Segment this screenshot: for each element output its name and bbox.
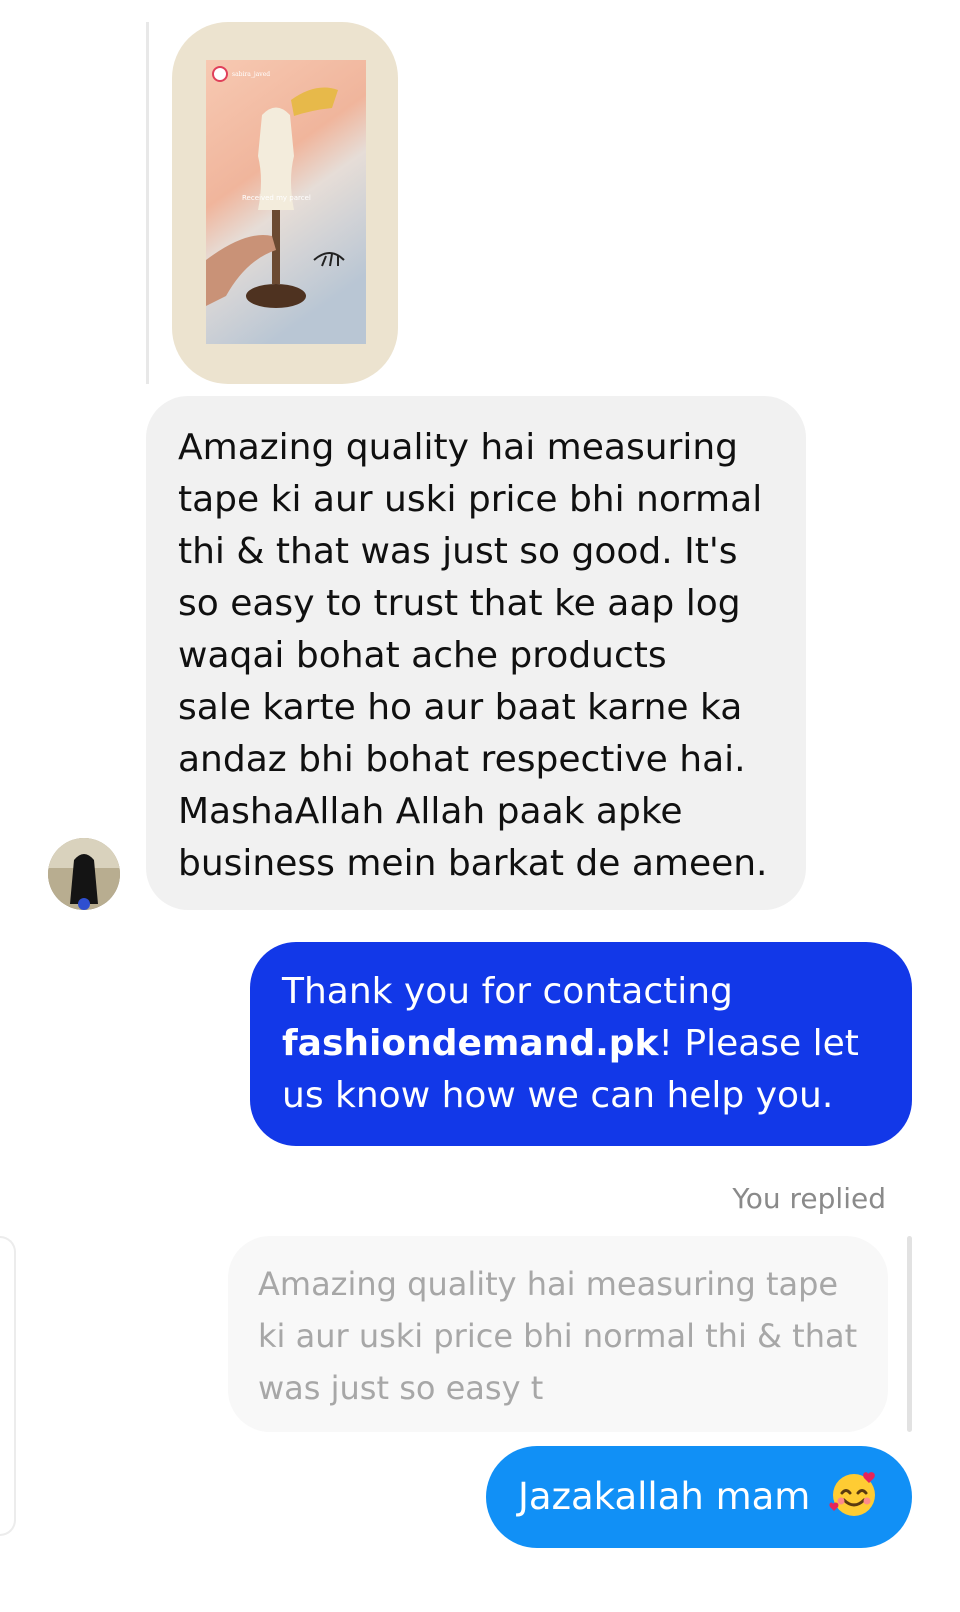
outgoing-greeting-text: Thank you for contacting fashiondemand.p… xyxy=(282,966,902,1122)
story-photo: sabira_javed Received my parcel xyxy=(206,60,366,344)
quoted-rail xyxy=(907,1236,912,1432)
avatar[interactable] xyxy=(48,838,120,910)
incoming-message-bubble[interactable]: Amazing quality hai measuring tape ki au… xyxy=(146,396,806,910)
story-username: sabira_javed xyxy=(232,70,271,78)
you-replied-label: You replied xyxy=(732,1182,886,1215)
story-user: sabira_javed xyxy=(212,66,270,82)
outgoing-greeting-bubble[interactable]: Thank you for contacting fashiondemand.p… xyxy=(250,942,912,1146)
mannequin-illustration xyxy=(206,60,366,344)
outgoing-reply-text: Jazakallah mam xyxy=(518,1475,811,1518)
smiling-face-with-hearts-icon xyxy=(829,1472,875,1516)
story-reply-rail xyxy=(146,22,149,384)
story-user-avatar xyxy=(212,66,228,82)
story-preview-card[interactable]: sabira_javed Received my parcel xyxy=(172,22,398,384)
outgoing-reply-bubble[interactable]: Jazakallah mam xyxy=(486,1446,912,1548)
brand-name: fashiondemand.pk xyxy=(282,1023,659,1064)
greeting-prefix: Thank you for contacting xyxy=(282,971,733,1012)
quoted-message-bubble[interactable]: Amazing quality hai measuring tape ki au… xyxy=(228,1236,888,1432)
quoted-message-text: Amazing quality hai measuring tape ki au… xyxy=(258,1265,858,1407)
sender-avatar-photo xyxy=(48,838,120,910)
left-edge-divider xyxy=(0,1236,16,1536)
incoming-message-text: Amazing quality hai measuring tape ki au… xyxy=(178,427,768,884)
story-caption: Received my parcel xyxy=(242,194,311,202)
